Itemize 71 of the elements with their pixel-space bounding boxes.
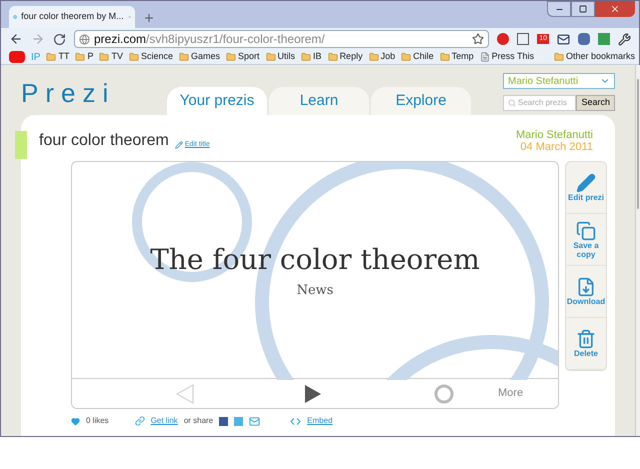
bookmark-link[interactable]: Press This — [480, 50, 534, 64]
more-button[interactable]: More — [498, 385, 524, 402]
prezi-logo[interactable]: Prezi — [21, 79, 116, 107]
folder-icon — [554, 52, 564, 62]
bookmark-folder[interactable]: TT — [46, 50, 70, 64]
extension-icon[interactable] — [578, 33, 590, 45]
star-icon[interactable] — [472, 33, 484, 45]
title-marker — [15, 131, 27, 159]
download-icon — [576, 277, 596, 297]
bookmark-folder[interactable]: Utils — [266, 50, 296, 64]
bookmark-folder[interactable]: Sport — [226, 50, 260, 64]
pencil-icon — [174, 141, 183, 149]
link-icon — [134, 416, 145, 426]
globe-icon — [13, 12, 18, 22]
date-text: 04 March 2011 — [519, 141, 593, 153]
nav-tab[interactable]: Learn — [269, 87, 369, 115]
get-link[interactable]: Get link — [150, 415, 178, 427]
bookmark-folder[interactable]: Job — [368, 50, 396, 64]
bookmark-folder[interactable]: TV — [99, 50, 123, 64]
slide-title: The four color theorem — [150, 242, 480, 278]
folder-icon — [401, 52, 412, 62]
url-text: prezi.com/svh8ipyuszr1/four-color-theorem/ — [94, 31, 325, 48]
page-icon — [480, 52, 490, 62]
nav-tab[interactable]: Explore — [371, 87, 471, 115]
bookmark-folder[interactable]: P — [75, 50, 94, 64]
nav-tab[interactable]: Your prezis — [167, 87, 267, 115]
address-bar[interactable]: prezi.com/svh8ipyuszr1/four-color-theorem/ — [74, 30, 490, 48]
folder-icon — [440, 52, 450, 62]
search-button[interactable]: Search — [576, 95, 615, 111]
extension-icon[interactable] — [517, 33, 530, 45]
slide-subtitle: News — [296, 282, 334, 300]
bookmark-folder[interactable]: Science — [128, 50, 174, 64]
bookmark-folder[interactable]: Chile — [401, 50, 434, 64]
author-name: Mario Stefanutti — [516, 129, 593, 141]
folder-icon — [328, 52, 338, 62]
browser-tab[interactable]: four color theorem by M... — [9, 6, 135, 28]
globe-icon — [79, 34, 90, 44]
prezi-title: four color theorem — [39, 131, 169, 151]
mail-icon[interactable] — [557, 32, 570, 46]
folder-icon — [226, 52, 236, 62]
bookmark-folder[interactable]: Games — [179, 50, 220, 64]
bookmark-folder[interactable]: IB — [301, 50, 322, 64]
maximize-icon — [579, 5, 587, 13]
play-icon[interactable] — [304, 384, 322, 404]
likes-count: 0 likes — [86, 415, 109, 427]
folder-icon — [99, 52, 110, 62]
close-icon — [610, 4, 620, 14]
extension-icon[interactable] — [497, 33, 510, 45]
reload-icon[interactable] — [53, 32, 66, 46]
folder-icon — [301, 52, 312, 62]
folder-icon — [128, 52, 139, 62]
folder-icon — [179, 52, 190, 62]
copy-icon — [576, 220, 596, 240]
bookmark-folder[interactable]: Temp — [440, 50, 474, 64]
share-text: or share — [184, 415, 214, 427]
folder-icon — [46, 52, 56, 62]
folder-icon — [266, 52, 276, 62]
new-tab-icon[interactable] — [143, 12, 155, 24]
trash-icon — [576, 329, 596, 349]
maximize-button[interactable] — [571, 1, 595, 17]
folder-icon — [75, 52, 86, 62]
folder-icon — [368, 52, 379, 62]
search-icon — [508, 99, 516, 107]
heart-icon — [71, 416, 80, 426]
pencil-icon — [576, 173, 596, 193]
bookmark-folder[interactable]: Reply — [328, 50, 363, 64]
embed-link[interactable]: Embed — [307, 415, 333, 427]
bookmark-folder[interactable]: Other bookmarks — [554, 50, 635, 64]
wrench-icon[interactable] — [618, 32, 631, 46]
back-icon[interactable] — [9, 32, 23, 46]
code-icon — [290, 416, 302, 426]
